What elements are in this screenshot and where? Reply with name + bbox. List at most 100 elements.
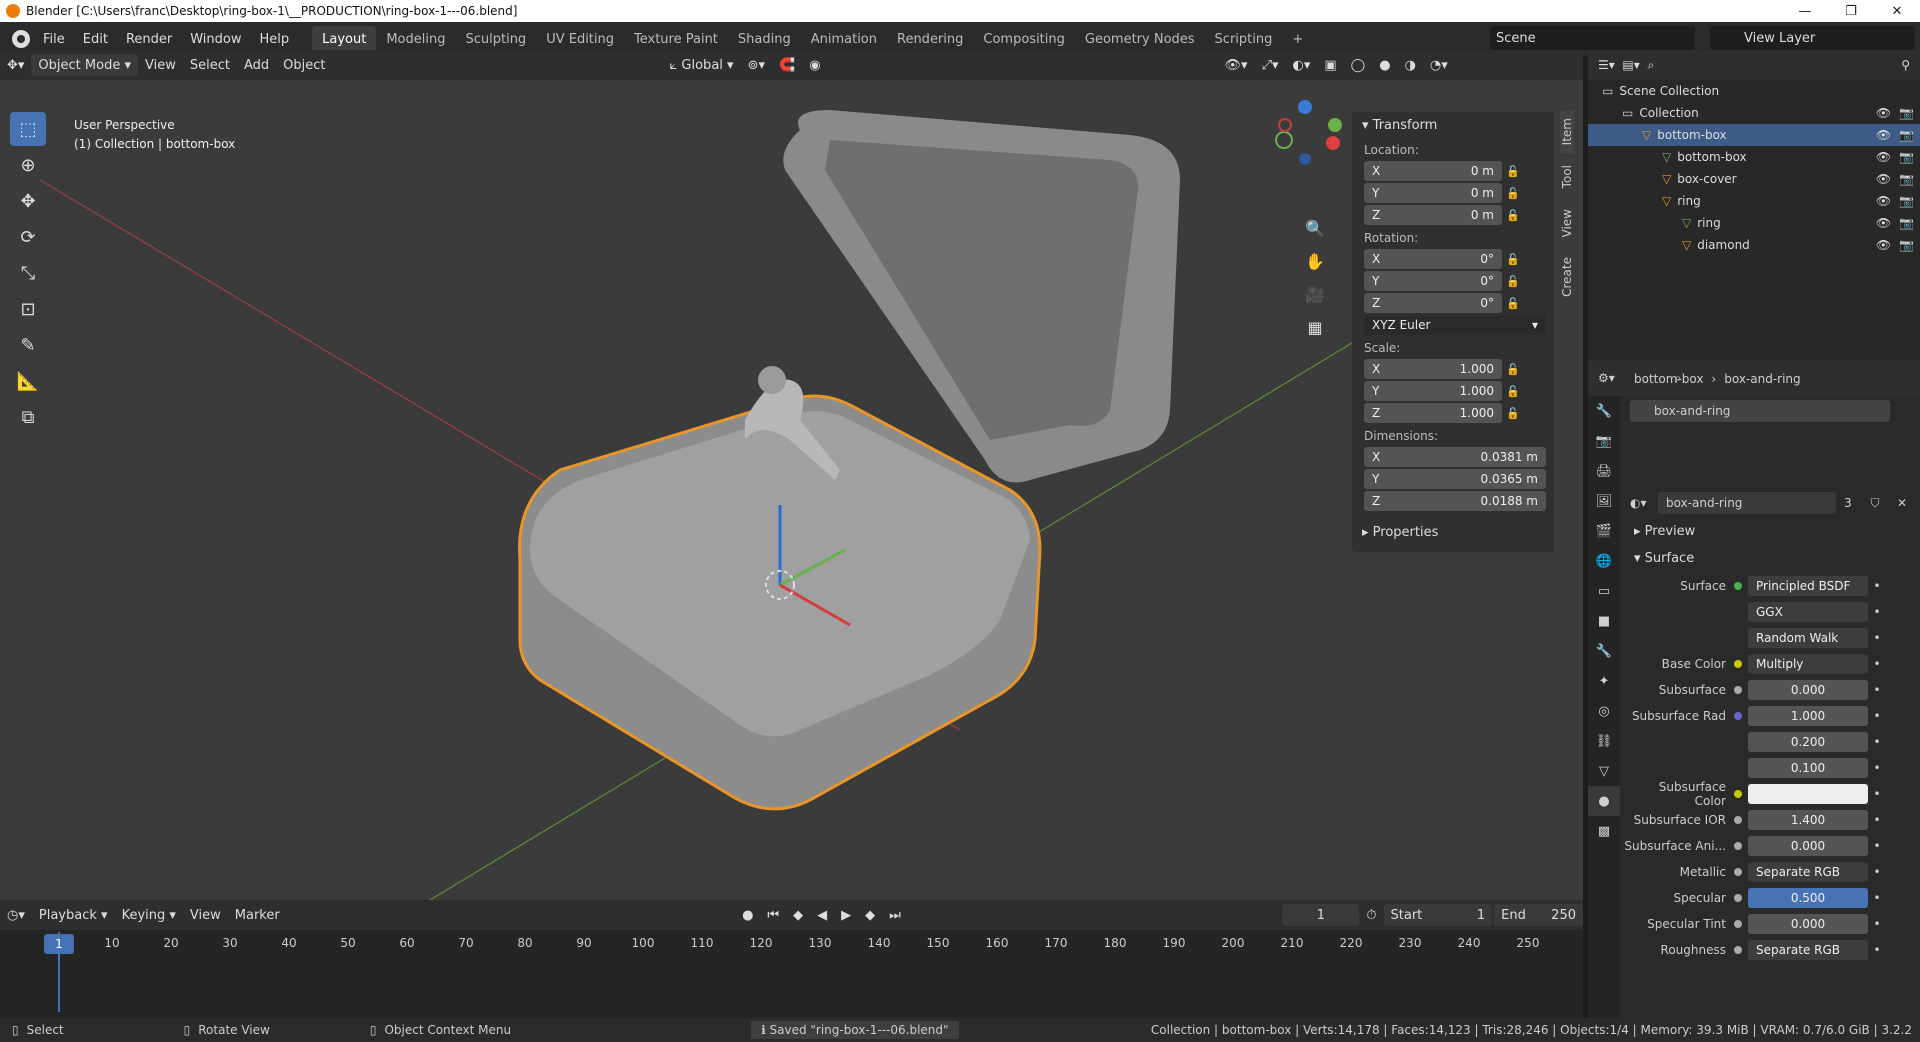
object-mode-dropdown[interactable]: Object Mode ▾: [31, 54, 138, 76]
modifier-tab-icon[interactable]: 🔧: [1588, 636, 1620, 666]
property-value[interactable]: 0.000: [1748, 914, 1868, 934]
property-value[interactable]: Separate RGB: [1748, 862, 1868, 882]
property-value[interactable]: 0.100: [1748, 758, 1868, 778]
socket-icon[interactable]: [1734, 686, 1742, 694]
view-layer-tab-icon[interactable]: 🖼: [1588, 486, 1620, 516]
eye-icon[interactable]: 👁: [1876, 128, 1891, 142]
keyframe-dot-icon[interactable]: •: [1868, 761, 1886, 775]
record-icon[interactable]: ●: [735, 904, 760, 926]
menu-add[interactable]: Add: [237, 54, 276, 76]
rotation-y-field[interactable]: Y 0°: [1364, 271, 1502, 291]
keyframe-dot-icon[interactable]: •: [1868, 631, 1886, 645]
current-frame-field[interactable]: 1: [1282, 904, 1360, 926]
close-button[interactable]: ✕: [1874, 0, 1920, 22]
outliner-editor-icon[interactable]: ☰▾: [1598, 58, 1615, 72]
data-tab-icon[interactable]: ▽: [1588, 756, 1620, 786]
outliner-row[interactable]: ▽ ring 👁 📷: [1588, 212, 1920, 234]
keyframe-dot-icon[interactable]: •: [1868, 657, 1886, 671]
keyframe-dot-icon[interactable]: •: [1868, 709, 1886, 723]
property-value[interactable]: 0.000: [1748, 680, 1868, 700]
tab-view[interactable]: View: [1560, 201, 1574, 245]
property-value[interactable]: 0.000: [1748, 836, 1868, 856]
property-value[interactable]: 0.200: [1748, 732, 1868, 752]
keyframe-dot-icon[interactable]: •: [1868, 891, 1886, 905]
preview-section[interactable]: ▸ Preview: [1624, 518, 1920, 545]
tab-compositing[interactable]: Compositing: [973, 26, 1075, 53]
world-tab-icon[interactable]: 🌐: [1588, 546, 1620, 576]
overlay-toggle-icon[interactable]: ◐▾: [1286, 54, 1318, 76]
keyframe-dot-icon[interactable]: •: [1868, 813, 1886, 827]
pan-hand-icon[interactable]: ✋: [1300, 246, 1330, 276]
particles-tab-icon[interactable]: ✦: [1588, 666, 1620, 696]
property-value[interactable]: Separate RGB: [1748, 940, 1868, 960]
menu-window[interactable]: Window: [181, 32, 250, 47]
camera-icon[interactable]: 📷: [1899, 128, 1914, 142]
tab-modeling[interactable]: Modeling: [376, 26, 455, 53]
pivot-icon[interactable]: ⊚▾: [741, 54, 772, 76]
shading-rendered-icon[interactable]: ◔▾: [1423, 54, 1455, 76]
add-cube-tool-icon[interactable]: ⧉: [10, 400, 46, 434]
jump-end-icon[interactable]: ⏭: [882, 904, 908, 926]
material-users[interactable]: 3: [1836, 496, 1860, 510]
transform-tool-icon[interactable]: ⊡: [10, 292, 46, 326]
orientation-dropdown[interactable]: ⟀ Global ▾: [662, 54, 740, 76]
outliner-row[interactable]: ▭ Collection 👁 📷: [1588, 102, 1920, 124]
shading-solid-icon[interactable]: ●: [1372, 54, 1397, 76]
scene-selector[interactable]: Scene: [1490, 26, 1695, 50]
lock-icon[interactable]: 🔓: [1502, 407, 1524, 420]
properties-header[interactable]: ▸ Properties: [1352, 519, 1554, 546]
keyframe-dot-icon[interactable]: •: [1868, 787, 1886, 801]
annotate-tool-icon[interactable]: ✎: [10, 328, 46, 362]
material-tab-icon[interactable]: ●: [1588, 786, 1620, 816]
keyframe-dot-icon[interactable]: •: [1868, 605, 1886, 619]
lock-icon[interactable]: 🔓: [1502, 209, 1524, 222]
menu-render[interactable]: Render: [117, 32, 181, 47]
maximize-button[interactable]: ❐: [1828, 0, 1874, 22]
playhead-frame-label[interactable]: 1: [44, 934, 74, 954]
outliner-search-icon[interactable]: ⌕: [1647, 58, 1654, 73]
menu-help[interactable]: Help: [251, 32, 299, 47]
play-icon[interactable]: ▶: [834, 904, 858, 926]
outliner-row[interactable]: ▽ box-cover 👁 📷: [1588, 168, 1920, 190]
marker-menu[interactable]: Marker: [228, 904, 287, 926]
dimensions-z-field[interactable]: Z 0.0188 m: [1364, 491, 1546, 511]
tab-shading[interactable]: Shading: [728, 26, 801, 53]
property-value[interactable]: GGX: [1748, 602, 1868, 622]
outliner-row[interactable]: ▽ bottom-box 👁 📷: [1588, 124, 1920, 146]
menu-view[interactable]: View: [138, 54, 183, 76]
material-slot[interactable]: box-and-ring: [1630, 400, 1890, 422]
dimensions-x-field[interactable]: X 0.0381 m: [1364, 447, 1546, 467]
prev-keyframe-icon[interactable]: ◆: [786, 904, 810, 926]
select-box-tool-icon[interactable]: ⬚: [10, 112, 46, 146]
outliner-row[interactable]: ▽ diamond 👁 📷: [1588, 234, 1920, 256]
snap-icon[interactable]: 🧲: [772, 54, 802, 76]
material-browse-icon[interactable]: ◐▾: [1630, 496, 1658, 510]
scene-tab-icon[interactable]: 🎬: [1588, 516, 1620, 546]
cursor-tool-icon[interactable]: ⊕: [10, 148, 46, 182]
socket-icon[interactable]: [1734, 816, 1742, 824]
transform-header[interactable]: ▾ Transform: [1352, 112, 1554, 139]
measure-tool-icon[interactable]: 📐: [10, 364, 46, 398]
tab-tool[interactable]: Tool: [1560, 157, 1574, 196]
move-tool-icon[interactable]: ✥: [10, 184, 46, 218]
tab-texture-paint[interactable]: Texture Paint: [624, 26, 728, 53]
shading-wireframe-icon[interactable]: ◯: [1344, 54, 1373, 76]
end-frame-field[interactable]: End 250: [1494, 904, 1583, 926]
property-value[interactable]: Multiply: [1748, 654, 1868, 674]
playback-menu[interactable]: Playback ▾: [32, 904, 115, 926]
object-tab-icon[interactable]: ■: [1588, 606, 1620, 636]
scale-tool-icon[interactable]: ⤡: [10, 256, 46, 290]
keyframe-dot-icon[interactable]: •: [1868, 865, 1886, 879]
add-workspace-icon[interactable]: +: [1282, 26, 1313, 53]
keyframe-dot-icon[interactable]: •: [1868, 579, 1886, 593]
eye-icon[interactable]: 👁: [1876, 150, 1891, 164]
menu-select[interactable]: Select: [183, 54, 237, 76]
tab-item[interactable]: Item: [1560, 110, 1574, 154]
location-x-field[interactable]: X0 m: [1364, 161, 1502, 181]
socket-icon[interactable]: [1734, 868, 1742, 876]
tab-sculpting[interactable]: Sculpting: [455, 26, 536, 53]
keyframe-dot-icon[interactable]: •: [1868, 683, 1886, 697]
socket-icon[interactable]: [1734, 660, 1742, 668]
menu-object[interactable]: Object: [276, 54, 332, 76]
surface-section[interactable]: ▾ Surface: [1624, 545, 1920, 572]
